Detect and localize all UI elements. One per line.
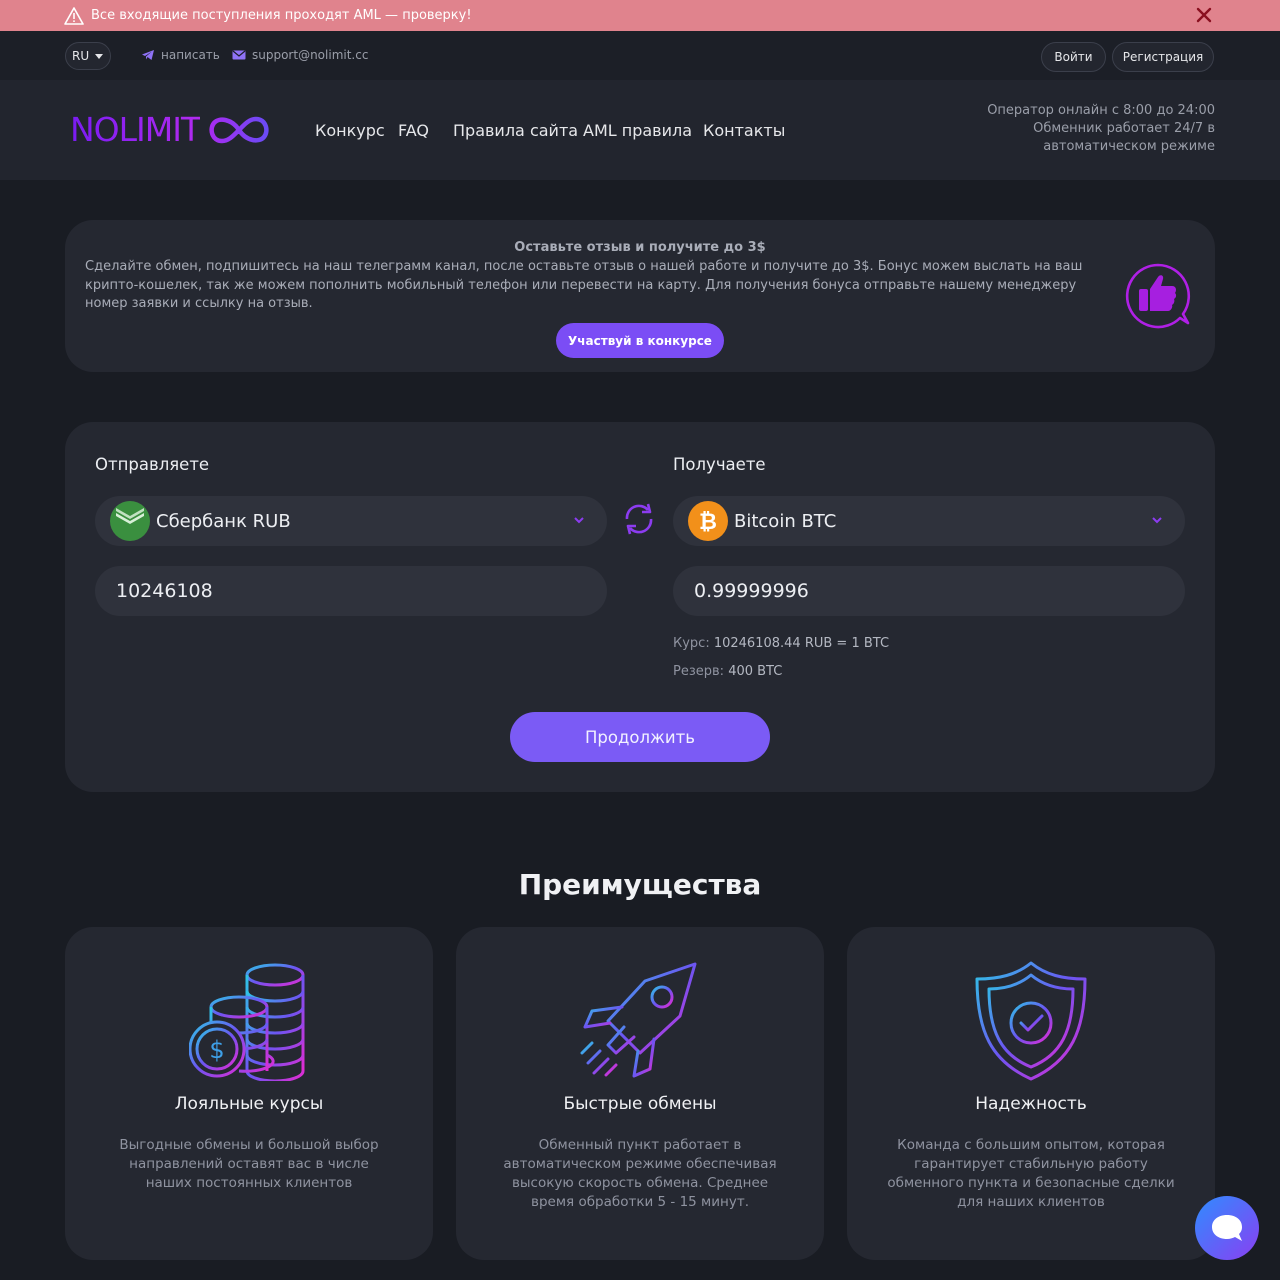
reserve-label: Резерв: xyxy=(673,664,725,679)
swap-icon[interactable] xyxy=(621,499,657,539)
nav-contacts[interactable]: Контакты xyxy=(703,121,785,140)
write-label: написать xyxy=(161,48,220,62)
nav-aml-rules[interactable]: AML правила xyxy=(583,121,692,140)
nav-faq[interactable]: FAQ xyxy=(398,121,429,140)
reserve-info: Резерв: 400 BTC xyxy=(673,664,782,679)
review-text: Сделайте обмен, подпишитесь на наш телег… xyxy=(85,259,1083,311)
receive-amount-input[interactable] xyxy=(673,566,1185,616)
coins-icon: $ xyxy=(189,963,305,1081)
email-link[interactable]: support@nolimit.cc xyxy=(232,48,368,62)
advantage-card-reliability: Надежность Команда с большим опытом, кот… xyxy=(847,927,1215,1260)
svg-text:₿: ₿ xyxy=(699,510,717,535)
advantage-title: Быстрые обмены xyxy=(563,1094,717,1114)
site-header: NOLIMIT Конкурс FAQ Правила сайта AML пр… xyxy=(0,80,1280,180)
advantage-title: Лояльные курсы xyxy=(174,1094,324,1114)
warning-icon xyxy=(64,6,84,25)
infinity-icon xyxy=(209,116,269,144)
rate-label: Курс: xyxy=(673,636,710,651)
receive-currency-select[interactable]: ₿ Bitcoin BTC xyxy=(673,496,1185,546)
mail-icon xyxy=(232,50,246,60)
reserve-value: 400 BTC xyxy=(728,664,783,679)
continue-button[interactable]: Продолжить xyxy=(510,712,770,762)
nav-rules[interactable]: Правила сайта xyxy=(453,121,578,140)
operator-hours: Оператор онлайн с 8:00 до 24:00 Обменник… xyxy=(987,103,1215,154)
caret-down-icon xyxy=(95,53,104,59)
receive-label: Получаете xyxy=(673,455,766,474)
svg-text:$: $ xyxy=(209,1036,224,1064)
rate-info: Курс: 10246108.44 RUB = 1 BTC xyxy=(673,636,889,651)
send-amount-input[interactable] xyxy=(95,566,607,616)
send-label: Отправляете xyxy=(95,455,210,474)
exchange-form: Отправляете Получаете Сбербанк RUB ₿ Bit… xyxy=(65,422,1215,792)
register-button[interactable]: Регистрация xyxy=(1112,42,1214,72)
send-currency-name: Сбербанк RUB xyxy=(156,510,291,532)
review-bonus-card: Оставьте отзыв и получите до 3$ Сделайте… xyxy=(65,220,1215,372)
aml-alert-bar: Все входящие поступления проходят AML — … xyxy=(0,0,1280,31)
nav-contest[interactable]: Конкурс xyxy=(315,121,385,140)
advantage-text: Команда с большим опытом, которая гарант… xyxy=(887,1137,1175,1210)
contest-button[interactable]: Участвуй в конкурсе xyxy=(556,323,724,358)
sberbank-logo-icon xyxy=(110,501,150,541)
close-icon[interactable] xyxy=(1194,5,1214,25)
logo-text: NOLIMIT xyxy=(70,110,201,149)
advantage-card-rates: $ Лояльные курсы Выгодные обмены и больш… xyxy=(65,927,433,1260)
telegram-icon xyxy=(142,50,154,60)
email-text: support@nolimit.cc xyxy=(252,48,369,62)
chat-bubble-icon xyxy=(1212,1215,1242,1241)
review-title: Оставьте отзыв и получите до 3$ xyxy=(514,240,766,255)
top-bar: RU написать support@nolimit.cc Войти Рег… xyxy=(0,31,1280,80)
telegram-write-link[interactable]: написать xyxy=(141,48,220,62)
shield-icon xyxy=(975,961,1087,1081)
send-currency-select[interactable]: Сбербанк RUB xyxy=(95,496,607,546)
login-button[interactable]: Войти xyxy=(1041,42,1106,72)
language-value: RU xyxy=(72,49,90,63)
advantage-card-speed: Быстрые обмены Обменный пункт работает в… xyxy=(456,927,824,1260)
rocket-icon xyxy=(580,962,697,1078)
advantage-title: Надежность xyxy=(975,1094,1087,1114)
receive-currency-name: Bitcoin BTC xyxy=(734,510,837,532)
rate-value: 10246108.44 RUB = 1 BTC xyxy=(713,636,890,651)
chat-widget-button[interactable] xyxy=(1195,1196,1259,1260)
chevron-down-icon xyxy=(1152,517,1162,524)
bitcoin-icon: ₿ xyxy=(688,501,728,541)
advantage-text: Обменный пункт работает в автоматическом… xyxy=(503,1137,777,1210)
chevron-down-icon xyxy=(574,517,584,524)
thumbs-up-icon xyxy=(1125,263,1191,329)
logo[interactable]: NOLIMIT xyxy=(70,112,271,148)
alert-text: Все входящие поступления проходят AML — … xyxy=(91,8,472,23)
language-select[interactable]: RU xyxy=(65,42,111,70)
advantages-title: Преимущества xyxy=(518,868,762,901)
advantage-text: Выгодные обмены и большой выбор направле… xyxy=(119,1137,379,1191)
